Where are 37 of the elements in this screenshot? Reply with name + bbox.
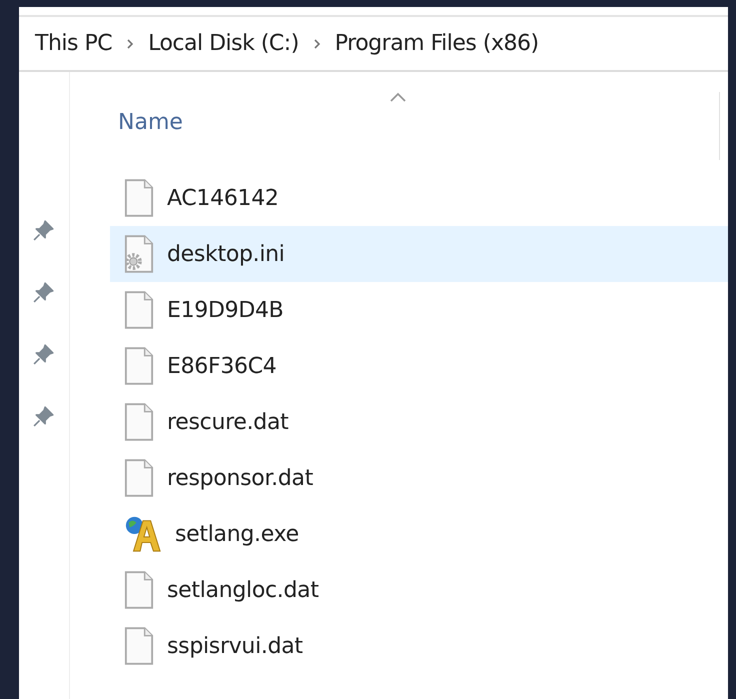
file-icon — [124, 571, 154, 609]
settings-file-icon — [124, 235, 154, 273]
file-row[interactable]: AC146142 — [110, 170, 728, 226]
breadcrumb-item[interactable]: Local Disk (C:) — [148, 31, 299, 56]
file-name: setlangloc.dat — [167, 578, 319, 602]
file-row[interactable]: responsor.dat — [110, 450, 728, 506]
breadcrumb-item[interactable]: Program Files (x86) — [334, 31, 539, 56]
file-row[interactable]: sspisrvui.dat — [110, 618, 728, 674]
file-row[interactable]: rescure.dat — [110, 394, 728, 450]
file-row[interactable]: setlangloc.dat — [110, 562, 728, 618]
file-row[interactable]: setlang.exe — [110, 506, 728, 562]
chevron-icon — [312, 38, 321, 50]
name-column-header[interactable]: Name — [118, 110, 183, 135]
file-name: E19D9D4B — [167, 298, 284, 322]
file-name: AC146142 — [167, 186, 279, 210]
file-name: E86F36C4 — [167, 354, 277, 378]
pin-icon — [33, 343, 55, 365]
file-row[interactable]: desktop.ini — [110, 226, 728, 282]
file-name: setlang.exe — [175, 522, 299, 546]
pin-icon — [33, 219, 55, 241]
file-icon — [124, 291, 154, 329]
globe-letter-icon — [124, 515, 162, 553]
file-name: sspisrvui.dat — [167, 634, 303, 658]
file-icon — [124, 627, 154, 665]
file-icon — [124, 179, 154, 217]
file-name: responsor.dat — [167, 466, 314, 490]
file-name: desktop.ini — [167, 242, 285, 266]
file-icon — [124, 347, 154, 385]
file-row[interactable]: E19D9D4B — [110, 282, 728, 338]
pin-icon — [33, 281, 55, 303]
file-name: rescure.dat — [167, 410, 288, 434]
file-icon — [124, 459, 154, 497]
pin-icon — [33, 405, 55, 427]
breadcrumb-item[interactable]: This PC — [35, 31, 112, 56]
file-icon — [124, 403, 154, 441]
file-row[interactable]: E86F36C4 — [110, 338, 728, 394]
chevron-icon — [126, 38, 134, 50]
